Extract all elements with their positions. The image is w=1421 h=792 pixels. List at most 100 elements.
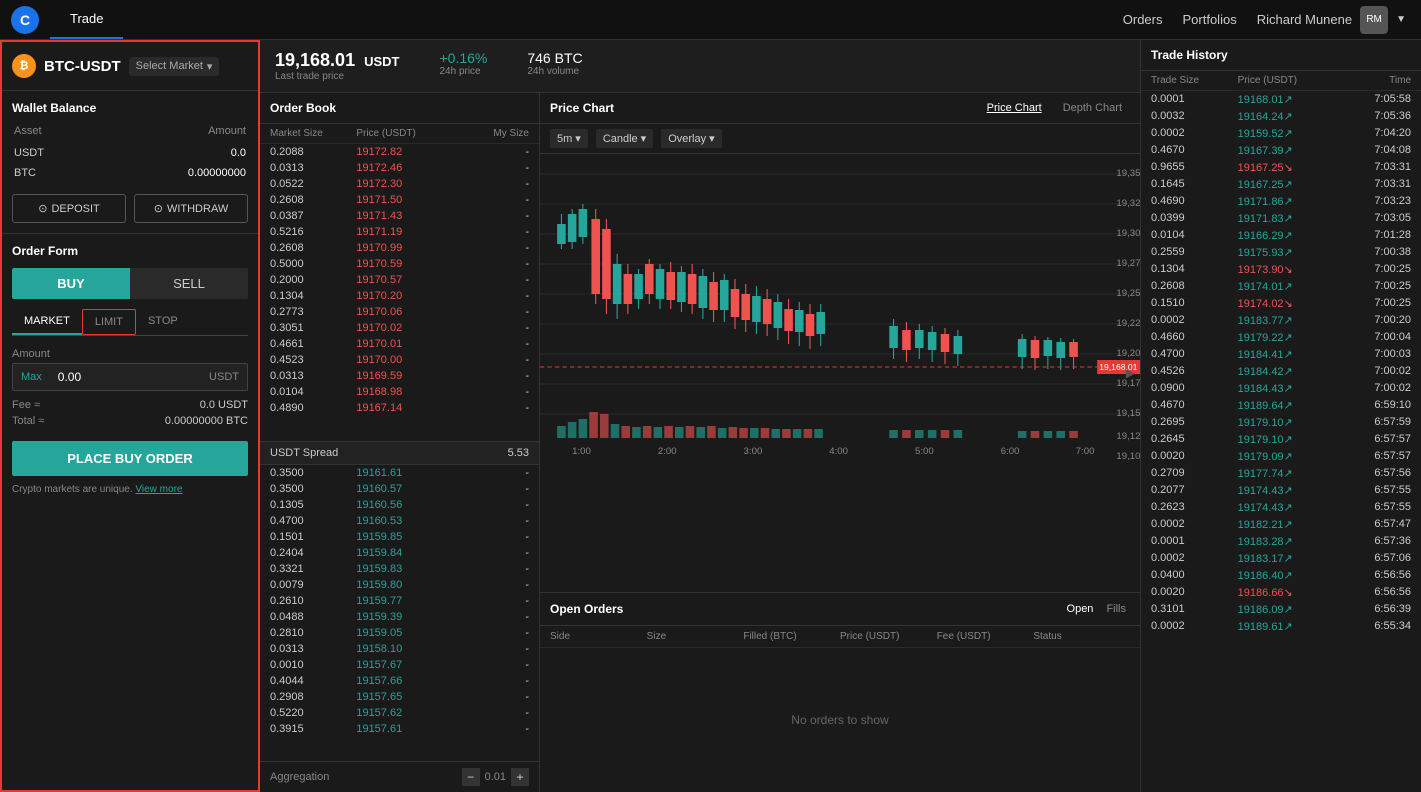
trade-history-row: 0.040019186.40↗6:56:56 xyxy=(1141,567,1421,584)
wallet-amount: 0.00000000 xyxy=(94,164,246,182)
buy-row[interactable]: 0.470019160.53- xyxy=(260,513,539,529)
buy-row[interactable]: 0.150119159.85- xyxy=(260,529,539,545)
buy-row[interactable]: 0.007919159.80- xyxy=(260,577,539,593)
sell-row[interactable]: 0.208819172.82- xyxy=(260,144,539,160)
ob-size: 0.2404 xyxy=(270,547,356,559)
nav-portfolios[interactable]: Portfolios xyxy=(1183,12,1237,27)
chart-arrow-button[interactable]: ▶ xyxy=(1126,366,1135,380)
aggregation-bar: Aggregation − 0.01 + xyxy=(260,761,539,792)
buy-row[interactable]: 0.350019160.57- xyxy=(260,481,539,497)
nav-orders[interactable]: Orders xyxy=(1123,12,1163,27)
svg-text:3:00: 3:00 xyxy=(744,446,763,456)
th-col-size: Trade Size xyxy=(1151,75,1238,86)
buy-row[interactable]: 0.031319158.10- xyxy=(260,641,539,657)
sell-row[interactable]: 0.489019167.14- xyxy=(260,400,539,416)
sell-row[interactable]: 0.500019170.59- xyxy=(260,256,539,272)
trade-history-row: 0.310119186.09↗6:56:39 xyxy=(1141,601,1421,618)
chart-canvas: 19,350 19,325 19,300 19,275 19,250 19,22… xyxy=(540,154,1140,592)
open-orders-header: Open Orders Open Fills xyxy=(540,593,1140,626)
sell-row[interactable]: 0.452319170.00- xyxy=(260,352,539,368)
ob-price: 19172.82 xyxy=(356,146,442,158)
fills-tab[interactable]: Fills xyxy=(1102,601,1130,617)
ob-price: 19170.59 xyxy=(356,258,442,270)
open-tab[interactable]: Open xyxy=(1063,601,1098,617)
buy-row[interactable]: 0.261019159.77- xyxy=(260,593,539,609)
trade-history-row: 0.000119183.28↗6:57:36 xyxy=(1141,533,1421,550)
agg-minus-button[interactable]: − xyxy=(462,768,480,786)
depth-chart-tab[interactable]: Depth Chart xyxy=(1055,99,1130,117)
deposit-button[interactable]: ⊙ DEPOSIT xyxy=(12,194,126,223)
sell-row[interactable]: 0.038719171.43- xyxy=(260,208,539,224)
withdraw-button[interactable]: ⊙ WITHDRAW xyxy=(134,194,248,223)
chart-type-dropdown[interactable]: Candle ▾ xyxy=(596,129,653,148)
ob-col-mysize: My Size xyxy=(443,128,529,139)
buy-row[interactable]: 0.350019161.61- xyxy=(260,465,539,481)
buy-row[interactable]: 0.290819157.65- xyxy=(260,689,539,705)
ob-price: 19170.00 xyxy=(356,354,442,366)
sell-row[interactable]: 0.200019170.57- xyxy=(260,272,539,288)
th-trade-time: 7:05:36 xyxy=(1324,110,1411,123)
timeframe-dropdown[interactable]: 5m ▾ xyxy=(550,129,588,148)
sell-row[interactable]: 0.521619171.19- xyxy=(260,224,539,240)
buy-row[interactable]: 0.001019157.67- xyxy=(260,657,539,673)
order-form: Order Form BUY SELL MARKET LIMIT STOP Am… xyxy=(2,234,258,790)
th-trade-size: 0.0001 xyxy=(1151,93,1238,106)
stop-type-tab[interactable]: STOP xyxy=(136,309,190,335)
chart-tabs: Price Chart Depth Chart xyxy=(979,99,1130,117)
ob-size: 0.0313 xyxy=(270,643,356,655)
order-form-title: Order Form xyxy=(12,244,248,258)
buy-row[interactable]: 0.240419159.84- xyxy=(260,545,539,561)
price-chart-tab[interactable]: Price Chart xyxy=(979,99,1050,117)
max-link[interactable]: Max xyxy=(13,371,50,383)
ob-price: 19160.53 xyxy=(356,515,442,527)
buy-row[interactable]: 0.391519157.61- xyxy=(260,721,539,737)
th-trade-time: 7:03:23 xyxy=(1324,195,1411,208)
buy-row[interactable]: 0.130519160.56- xyxy=(260,497,539,513)
th-trade-size: 0.0002 xyxy=(1151,314,1238,327)
trade-history-row: 0.000219183.77↗7:00:20 xyxy=(1141,312,1421,329)
buy-row[interactable]: 0.404419157.66- xyxy=(260,673,539,689)
sell-row[interactable]: 0.031319172.46- xyxy=(260,160,539,176)
ob-size: 0.1305 xyxy=(270,499,356,511)
sell-row[interactable]: 0.277319170.06- xyxy=(260,304,539,320)
ob-price: 19170.20 xyxy=(356,290,442,302)
buy-row[interactable]: 0.048819159.39- xyxy=(260,609,539,625)
amount-input[interactable] xyxy=(50,364,209,390)
nav-tab-trade[interactable]: Trade xyxy=(50,0,123,39)
sell-row[interactable]: 0.010419168.98- xyxy=(260,384,539,400)
overlay-dropdown[interactable]: Overlay ▾ xyxy=(661,129,721,148)
th-trade-time: 7:04:20 xyxy=(1324,127,1411,140)
th-trade-time: 7:00:25 xyxy=(1324,280,1411,293)
select-market-button[interactable]: Select Market ▾ xyxy=(129,57,220,76)
svg-text:7:00: 7:00 xyxy=(1076,446,1095,456)
sell-row[interactable]: 0.466119170.01- xyxy=(260,336,539,352)
sell-row[interactable]: 0.130419170.20- xyxy=(260,288,539,304)
sell-row[interactable]: 0.031319169.59- xyxy=(260,368,539,384)
ob-mysize: - xyxy=(443,547,529,559)
sell-row[interactable]: 0.260819171.50- xyxy=(260,192,539,208)
market-pair: BTC-USDT xyxy=(44,58,121,75)
buy-tab[interactable]: BUY xyxy=(12,268,130,299)
buy-row[interactable]: 0.281019159.05- xyxy=(260,625,539,641)
stat-volume-value: 746 BTC xyxy=(527,50,582,66)
place-order-button[interactable]: PLACE BUY ORDER xyxy=(12,441,248,476)
sell-row[interactable]: 0.305119170.02- xyxy=(260,320,539,336)
buy-row[interactable]: 0.332119159.83- xyxy=(260,561,539,577)
buy-row[interactable]: 0.522019157.62- xyxy=(260,705,539,721)
market-type-tab[interactable]: MARKET xyxy=(12,309,82,335)
order-book-title: Order Book xyxy=(260,93,539,124)
sell-row[interactable]: 0.052219172.30- xyxy=(260,176,539,192)
th-trade-size: 0.3101 xyxy=(1151,603,1238,616)
th-trade-size: 0.2559 xyxy=(1151,246,1238,259)
ob-price: 19160.56 xyxy=(356,499,442,511)
user-section[interactable]: Richard Munene RM ▼ xyxy=(1257,6,1406,34)
ob-mysize: - xyxy=(443,659,529,671)
agg-plus-button[interactable]: + xyxy=(511,768,529,786)
oo-col-status: Status xyxy=(1033,631,1130,642)
ob-mysize: - xyxy=(443,467,529,479)
view-more-link[interactable]: View more xyxy=(135,484,182,495)
wallet-table: Asset Amount USDT0.0BTC0.00000000 xyxy=(12,123,248,184)
sell-tab[interactable]: SELL xyxy=(130,268,248,299)
sell-row[interactable]: 0.260819170.99- xyxy=(260,240,539,256)
limit-type-tab[interactable]: LIMIT xyxy=(82,309,136,335)
